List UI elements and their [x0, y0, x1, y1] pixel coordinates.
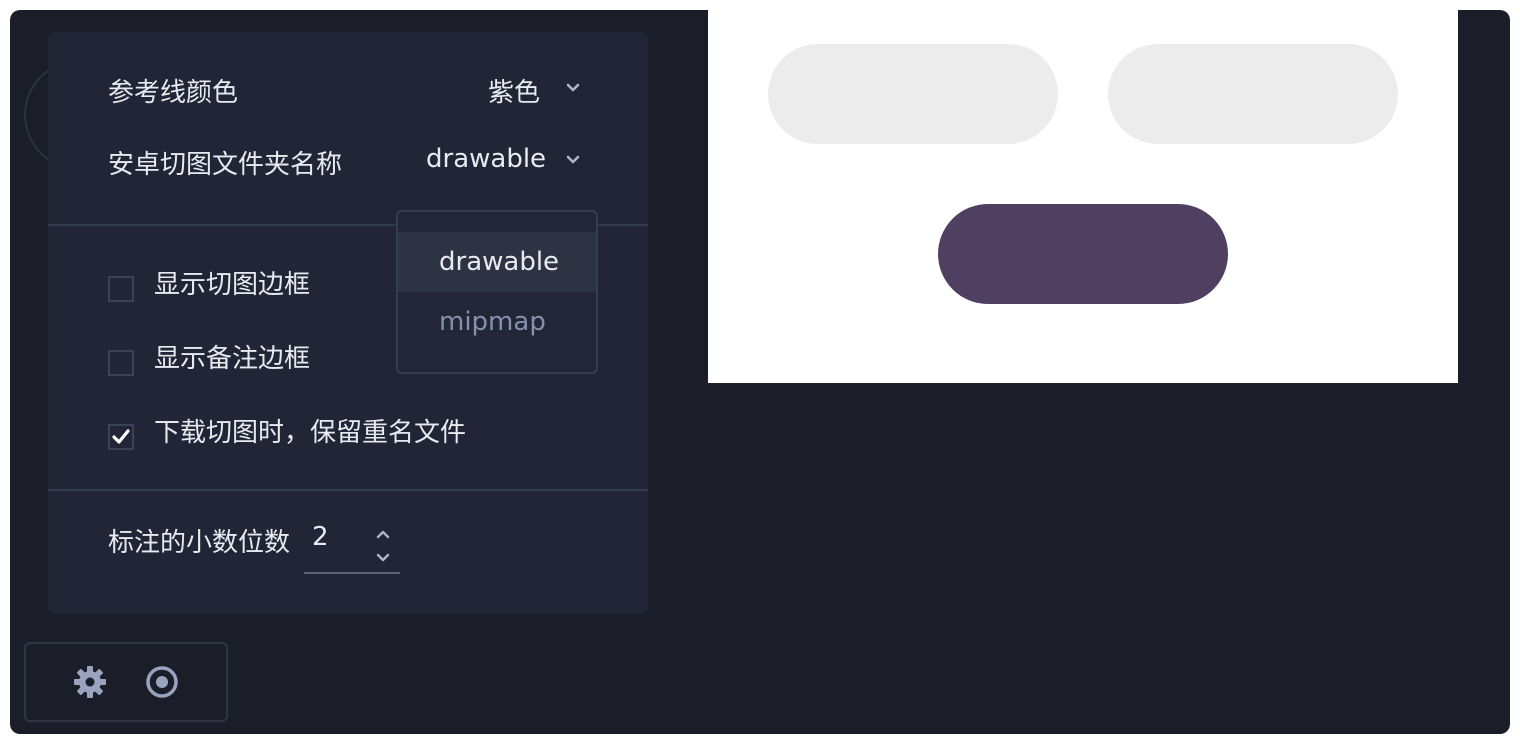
show-note-border-checkbox[interactable]	[108, 350, 134, 376]
dropdown-option-drawable[interactable]: drawable	[398, 232, 596, 292]
checkmark-icon	[112, 429, 130, 444]
preview-pill-grey-left[interactable]	[768, 44, 1058, 144]
guide-color-value[interactable]: 紫色	[488, 72, 540, 109]
gear-icon[interactable]	[72, 664, 108, 700]
preview-pill-purple[interactable]	[938, 204, 1228, 304]
decimal-places-label: 标注的小数位数	[108, 528, 291, 558]
android-folder-value[interactable]: drawable	[426, 144, 546, 174]
folder-dropdown-menu[interactable]: drawable mipmap	[396, 210, 598, 374]
keep-duplicate-files-checkbox[interactable]	[108, 424, 134, 450]
divider	[48, 489, 648, 491]
android-folder-label: 安卓切图文件夹名称	[108, 150, 343, 180]
stepper-icon[interactable]	[374, 528, 392, 568]
chevron-down-icon[interactable]	[564, 79, 582, 97]
keep-duplicate-files-label[interactable]: 下载切图时，保留重名文件	[154, 412, 466, 449]
decimal-places-underline	[304, 572, 400, 574]
app-window: 参考线颜色 紫色 安卓切图文件夹名称 drawable 显示切图边框 显示备注边…	[10, 10, 1510, 734]
bottom-toolbar	[24, 642, 228, 722]
show-note-border-label[interactable]: 显示备注边框	[154, 338, 310, 375]
eye-icon[interactable]	[144, 664, 180, 700]
preview-canvas[interactable]	[708, 10, 1458, 383]
show-slice-border-label[interactable]: 显示切图边框	[154, 264, 310, 301]
guide-color-label: 参考线颜色	[108, 78, 239, 108]
preview-pill-grey-right[interactable]	[1108, 44, 1398, 144]
chevron-down-icon[interactable]	[564, 151, 582, 169]
dropdown-option-mipmap[interactable]: mipmap	[398, 292, 596, 352]
show-slice-border-checkbox[interactable]	[108, 276, 134, 302]
decimal-places-input[interactable]: 2	[312, 522, 329, 552]
